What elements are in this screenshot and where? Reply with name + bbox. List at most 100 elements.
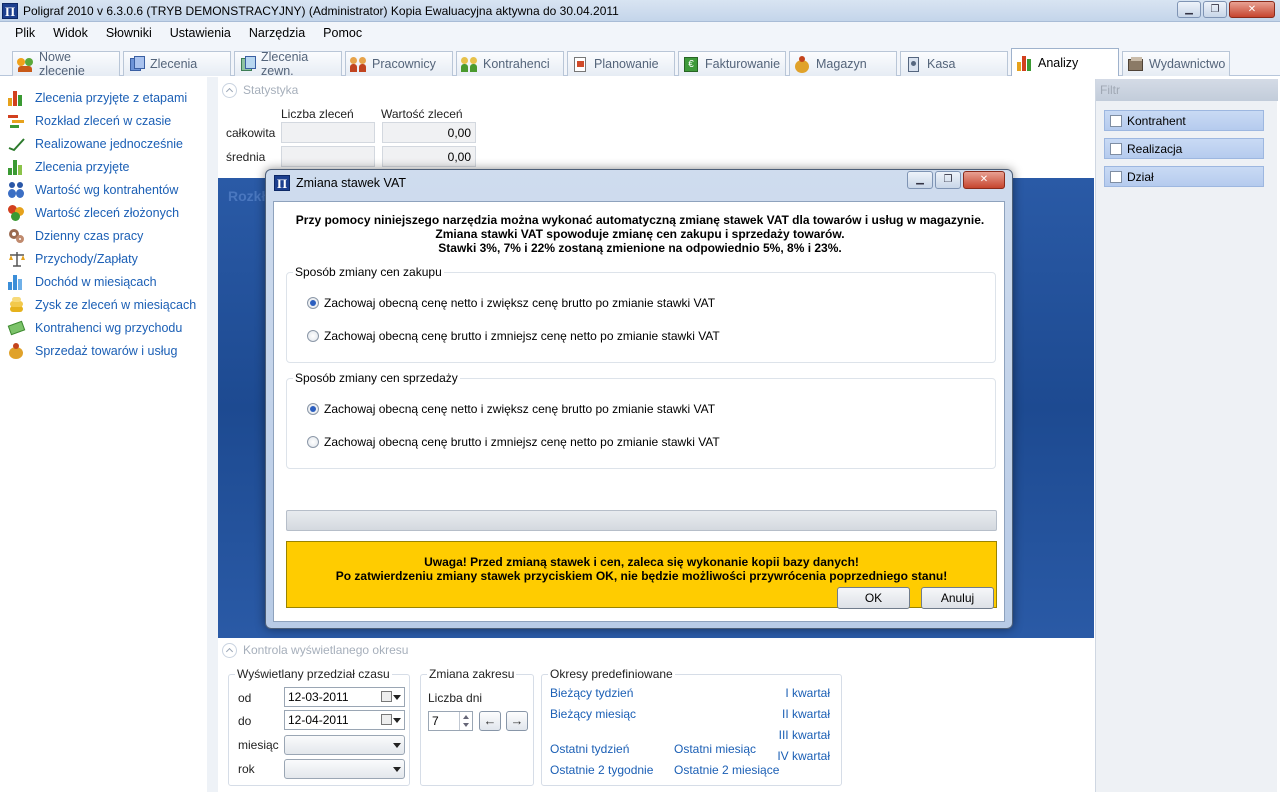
sidebar-item-realizowane-jednoczesnie[interactable]: Realizowane jednocześnie xyxy=(8,134,183,154)
group-title: Zmiana zakresu xyxy=(427,667,517,681)
menu-pomoc[interactable]: Pomoc xyxy=(314,26,371,40)
chevron-down-icon[interactable] xyxy=(393,695,401,700)
tab-zlecenia-zewn[interactable]: Zlecenia zewn. xyxy=(234,50,342,78)
link-q4[interactable]: IV kwartał xyxy=(777,749,830,763)
chevron-down-icon[interactable] xyxy=(393,718,401,723)
period-section-header[interactable]: Kontrola wyświetlanego okresu xyxy=(222,639,1092,661)
sidebar-item-zysk-ze-zlecen[interactable]: Zysk ze zleceń w miesiącach xyxy=(8,295,196,315)
prev-period-button[interactable]: ← xyxy=(479,711,501,731)
month-select[interactable] xyxy=(284,735,405,755)
scales-icon xyxy=(8,251,26,267)
days-value: 7 xyxy=(432,714,439,728)
tab-nowe-zlecenie[interactable]: Nowe zlecenie xyxy=(12,50,120,78)
menu-plik[interactable]: Plik xyxy=(6,26,44,40)
menu-widok[interactable]: Widok xyxy=(44,26,97,40)
maximize-button[interactable]: ❐ xyxy=(1203,1,1227,18)
dialog-titlebar[interactable]: Π Zmiana stawek VAT xyxy=(266,170,1012,196)
link-last-2-months[interactable]: Ostatnie 2 miesiące xyxy=(674,763,779,777)
filter-checkbox[interactable] xyxy=(1110,170,1122,183)
link-q3[interactable]: III kwartał xyxy=(779,728,830,742)
menu-narzedzia[interactable]: Narzędzia xyxy=(240,26,314,40)
tab-label: Nowe zlecenie xyxy=(39,50,85,78)
purchase-option-keep-net[interactable]: Zachowaj obecną cenę netto i zwiększ cen… xyxy=(307,295,715,311)
filter-item-dzial[interactable]: Dział xyxy=(1104,166,1264,187)
filter-checkbox[interactable] xyxy=(1110,142,1122,155)
link-q1[interactable]: I kwartał xyxy=(785,686,830,700)
radio-selected[interactable] xyxy=(307,403,319,415)
sales-option-keep-net[interactable]: Zachowaj obecną cenę netto i zwiększ cen… xyxy=(307,401,715,417)
link-q2[interactable]: II kwartał xyxy=(782,707,830,721)
coins-icon xyxy=(8,205,26,221)
minimize-button[interactable]: ▁ xyxy=(1177,1,1201,18)
tab-wydawnictwo[interactable]: Wydawnictwo xyxy=(1122,51,1230,76)
calendar-icon[interactable] xyxy=(381,691,392,702)
sidebar-item-label: Sprzedaż towarów i usług xyxy=(35,344,178,358)
dialog-close-button[interactable]: ✕ xyxy=(963,171,1005,189)
year-label: rok xyxy=(238,762,255,776)
sidebar-item-zlecenia-przyjete[interactable]: Zlecenia przyjęte xyxy=(8,157,130,177)
tab-kasa[interactable]: Kasa xyxy=(900,51,1008,76)
intro-line: Przy pomocy niniejszego narzędzia można … xyxy=(295,213,985,227)
link-last-2-weeks[interactable]: Ostatnie 2 tygodnie xyxy=(550,763,653,777)
purchase-option-keep-gross[interactable]: Zachowaj obecną cenę brutto i zmniejsz c… xyxy=(307,328,720,344)
sidebar-item-label: Wartość wg kontrahentów xyxy=(35,183,179,197)
radio-label: Zachowaj obecną cenę brutto i zmniejsz c… xyxy=(324,435,720,449)
month-label: miesiąc xyxy=(238,738,279,752)
tab-label: Magazyn xyxy=(816,57,867,71)
cancel-button[interactable]: Anuluj xyxy=(921,587,994,609)
stats-section-header[interactable]: Statystyka xyxy=(222,79,1092,101)
filter-item-kontrahent[interactable]: Kontrahent xyxy=(1104,110,1264,131)
sidebar-item-przychody-zaplaty[interactable]: Przychody/Zapłaty xyxy=(8,249,138,269)
tab-pracownicy[interactable]: Pracownicy xyxy=(345,51,453,76)
calendar-icon[interactable] xyxy=(381,714,392,725)
tab-fakturowanie[interactable]: € Fakturowanie xyxy=(678,51,786,76)
radio-unselected[interactable] xyxy=(307,330,319,342)
radio-selected[interactable] xyxy=(307,297,319,309)
next-period-button[interactable]: → xyxy=(506,711,528,731)
filter-checkbox[interactable] xyxy=(1110,114,1122,127)
days-spinner[interactable]: 7 xyxy=(428,711,473,731)
close-window-button[interactable]: ✕ xyxy=(1229,1,1275,18)
ok-button[interactable]: OK xyxy=(837,587,910,609)
sidebar-splitter[interactable] xyxy=(207,77,218,792)
tab-label: Planowanie xyxy=(594,57,659,71)
range-change-group: Zmiana zakresu Liczba dni 7 ← → xyxy=(420,667,534,786)
sidebar-item-sprzedaz-towarow[interactable]: Sprzedaż towarów i usług xyxy=(8,341,177,361)
link-last-week[interactable]: Ostatni tydzień xyxy=(550,742,629,756)
date-to-field[interactable]: 12-04-2011 xyxy=(284,710,405,730)
link-this-week[interactable]: Bieżący tydzień xyxy=(550,686,633,700)
spinner-arrows-icon[interactable] xyxy=(459,712,472,730)
tab-planowanie[interactable]: Planowanie xyxy=(567,51,675,76)
bar-chart-blue-icon xyxy=(8,274,26,290)
sidebar-item-zlecenia-przyjete-z-etapami[interactable]: Zlecenia przyjęte z etapami xyxy=(8,88,187,108)
money-bag-icon xyxy=(8,343,26,359)
sidebar-item-dzienny-czas-pracy[interactable]: Dzienny czas pracy xyxy=(8,226,143,246)
sidebar-item-wartosc-wg-kontrahentow[interactable]: Wartość wg kontrahentów xyxy=(8,180,178,200)
menu-ustawienia[interactable]: Ustawienia xyxy=(161,26,240,40)
tab-analizy[interactable]: Analizy xyxy=(1011,48,1119,76)
sales-option-keep-gross[interactable]: Zachowaj obecną cenę brutto i zmniejsz c… xyxy=(307,434,720,450)
year-select[interactable] xyxy=(284,759,405,779)
link-this-month[interactable]: Bieżący miesiąc xyxy=(550,707,636,721)
radio-unselected[interactable] xyxy=(307,436,319,448)
menu-slowniki[interactable]: Słowniki xyxy=(97,26,161,40)
sidebar-item-kontrahenci-wg-przychodu[interactable]: Kontrahenci wg przychodu xyxy=(7,318,182,338)
link-last-month[interactable]: Ostatni miesiąc xyxy=(674,742,756,756)
menu-bar: Plik Widok Słowniki Ustawienia Narzędzia… xyxy=(0,22,1280,44)
sidebar-item-wartosc-zlecen-zlozonych[interactable]: Wartość zleceń złożonych xyxy=(8,203,179,223)
sidebar-item-rozklad-zlecen[interactable]: Rozkład zleceń w czasie xyxy=(8,111,171,131)
chevron-down-icon xyxy=(393,767,401,772)
dialog-title: Zmiana stawek VAT xyxy=(296,176,406,190)
dialog-minimize-button[interactable]: ▁ xyxy=(907,171,933,189)
od-label: od xyxy=(238,691,252,705)
filter-item-label: Realizacja xyxy=(1127,141,1183,156)
tab-zlecenia[interactable]: Zlecenia xyxy=(123,51,231,76)
tab-kontrahenci[interactable]: Kontrahenci xyxy=(456,51,564,76)
date-from-field[interactable]: 12-03-2011 xyxy=(284,687,405,707)
dialog-maximize-button[interactable]: ❐ xyxy=(935,171,961,189)
sidebar-item-label: Realizowane jednocześnie xyxy=(35,137,184,151)
filter-item-realizacja[interactable]: Realizacja xyxy=(1104,138,1264,159)
employees-icon xyxy=(350,56,368,73)
tab-magazyn[interactable]: Magazyn xyxy=(789,51,897,76)
sidebar-item-dochod-w-miesiacach[interactable]: Dochód w miesiącach xyxy=(8,272,157,292)
